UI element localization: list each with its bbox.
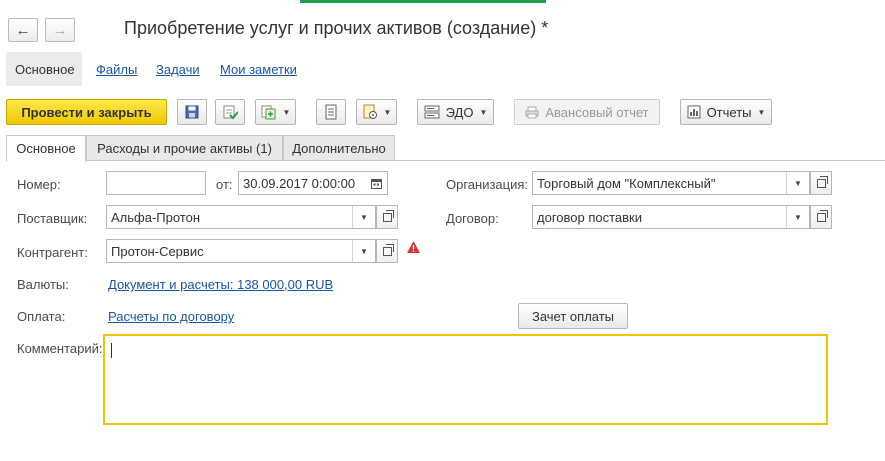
- open-form-icon: [382, 243, 394, 256]
- calendar-icon[interactable]: [365, 172, 387, 194]
- create-based-on-icon: [261, 105, 276, 120]
- open-form-icon: [816, 209, 828, 222]
- chevron-down-icon: ▼: [383, 107, 392, 117]
- contract-select[interactable]: договор поставки ▼: [532, 205, 810, 229]
- post-and-close-button[interactable]: Провести и закрыть: [6, 99, 167, 125]
- comment-label: Комментарий:: [17, 341, 103, 356]
- counterparty-select[interactable]: Протон-Сервис ▼: [106, 239, 376, 263]
- payment-offset-button[interactable]: Зачет оплаты: [518, 303, 628, 329]
- contract-label: Договор:: [446, 211, 499, 226]
- supplier-select[interactable]: Альфа-Протон ▼: [106, 205, 376, 229]
- supplier-label: Поставщик:: [17, 211, 88, 226]
- organization-open-button[interactable]: [810, 171, 832, 195]
- window-accent-bar: [300, 0, 546, 3]
- chevron-down-icon: ▼: [479, 107, 488, 117]
- open-form-icon: [816, 175, 828, 188]
- register-icon: [325, 104, 337, 120]
- edo-icon: [424, 105, 440, 119]
- back-button[interactable]: ←: [8, 18, 38, 42]
- date-label: от:: [216, 177, 233, 192]
- forward-button[interactable]: →: [45, 18, 75, 42]
- payment-link[interactable]: Расчеты по договору: [108, 309, 234, 324]
- supplier-open-button[interactable]: [376, 205, 398, 229]
- date-input[interactable]: 30.09.2017 0:00:00: [238, 171, 388, 195]
- number-label: Номер:: [17, 177, 61, 192]
- chevron-down-icon: ▼: [282, 107, 291, 117]
- warning-icon[interactable]: [406, 240, 421, 254]
- tab-expenses[interactable]: Расходы и прочие активы (1): [86, 135, 283, 161]
- counterparty-label: Контрагент:: [17, 245, 88, 260]
- comment-textarea[interactable]: [103, 334, 828, 425]
- counterparty-open-button[interactable]: [376, 239, 398, 263]
- tab-divider: [6, 160, 885, 161]
- tab-main[interactable]: Основное: [6, 135, 86, 162]
- arrow-right-icon: →: [52, 21, 68, 39]
- organization-select[interactable]: Торговый дом "Комплексный" ▼: [532, 171, 810, 195]
- chevron-down-icon[interactable]: ▼: [352, 240, 375, 262]
- advance-report-button[interactable]: Авансовый отчет: [514, 99, 660, 125]
- create-based-on-button[interactable]: ▼: [255, 99, 296, 125]
- tab-additional[interactable]: Дополнительно: [283, 135, 395, 161]
- save-icon: [185, 105, 199, 119]
- post-button[interactable]: [215, 99, 245, 125]
- number-input[interactable]: [106, 171, 206, 195]
- payment-label: Оплата:: [17, 309, 66, 324]
- text-cursor: [111, 343, 112, 358]
- subnav-files[interactable]: Файлы: [96, 62, 137, 77]
- document-settings-icon: [363, 104, 377, 119]
- chevron-down-icon[interactable]: ▼: [786, 206, 809, 228]
- documents-menu-button[interactable]: ▼: [356, 99, 397, 125]
- subnav-notes[interactable]: Мои заметки: [220, 62, 297, 77]
- currency-link[interactable]: Документ и расчеты: 138 000,00 RUB: [108, 277, 333, 292]
- subnav-main[interactable]: Основное: [15, 62, 75, 77]
- reports-icon: [687, 105, 701, 119]
- chevron-down-icon: ▼: [757, 107, 766, 117]
- active-tab-gap: [7, 160, 85, 162]
- post-document-icon: [223, 105, 238, 120]
- chevron-down-icon[interactable]: ▼: [786, 172, 809, 194]
- arrow-left-icon: ←: [15, 21, 31, 39]
- open-form-icon: [382, 209, 394, 222]
- printer-icon: [525, 106, 539, 118]
- contract-open-button[interactable]: [810, 205, 832, 229]
- page-title: Приобретение услуг и прочих активов (соз…: [124, 18, 549, 38]
- edo-button[interactable]: ЭДО ▼: [417, 99, 494, 125]
- subnav-tasks[interactable]: Задачи: [156, 62, 200, 77]
- journal-button[interactable]: [316, 99, 346, 125]
- organization-label: Организация:: [446, 177, 529, 192]
- currency-label: Валюты:: [17, 277, 69, 292]
- reports-button[interactable]: Отчеты ▼: [680, 99, 772, 125]
- chevron-down-icon[interactable]: ▼: [352, 206, 375, 228]
- save-button[interactable]: [177, 99, 207, 125]
